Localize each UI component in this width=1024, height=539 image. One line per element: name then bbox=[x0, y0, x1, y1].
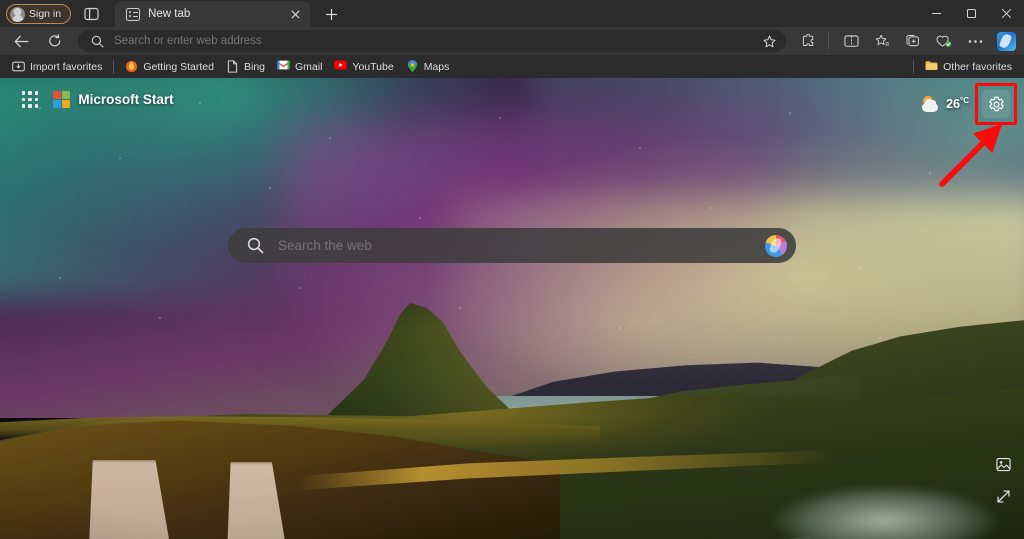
search-input[interactable] bbox=[278, 238, 751, 253]
red-pointer-arrow bbox=[939, 125, 1003, 187]
copilot-icon[interactable] bbox=[993, 29, 1019, 53]
browser-toolbar bbox=[0, 27, 1024, 55]
browser-window: Sign in New tab Search or enter web addr… bbox=[0, 0, 1024, 539]
ntp-header-right: 26°C bbox=[916, 83, 1017, 125]
back-arrow-icon[interactable] bbox=[8, 29, 34, 53]
sign-in-label: Sign in bbox=[29, 8, 62, 20]
new-tab-button[interactable] bbox=[318, 2, 344, 26]
bookmark-label: Bing bbox=[243, 60, 265, 73]
toolbar-right-icons bbox=[791, 29, 1024, 53]
star-icon[interactable] bbox=[758, 31, 780, 51]
weather-temperature: 26°C bbox=[946, 96, 969, 112]
ntp-header-left: Microsoft Start bbox=[22, 91, 174, 108]
browser-essentials-icon[interactable] bbox=[78, 3, 104, 25]
maximize-icon[interactable] bbox=[954, 0, 989, 27]
weather-widget[interactable]: 26°C bbox=[916, 93, 974, 116]
copilot-icon[interactable] bbox=[765, 234, 787, 257]
tab-title: New tab bbox=[148, 8, 191, 20]
close-window-icon[interactable] bbox=[989, 0, 1024, 27]
toolbar-divider bbox=[828, 33, 829, 49]
web-search-box[interactable] bbox=[228, 228, 796, 263]
refresh-icon[interactable] bbox=[42, 29, 68, 53]
more-options-icon[interactable] bbox=[962, 29, 988, 53]
minimize-icon[interactable] bbox=[919, 0, 954, 27]
search-icon bbox=[91, 35, 104, 48]
microsoft-start-brand[interactable]: Microsoft Start bbox=[53, 91, 174, 108]
split-screen-icon[interactable] bbox=[838, 29, 864, 53]
background-image-info-icon[interactable] bbox=[994, 455, 1012, 473]
maps-pin-icon bbox=[406, 60, 419, 73]
getting-started-icon bbox=[125, 60, 138, 73]
background-corner-tools bbox=[994, 455, 1012, 505]
favorites-divider bbox=[113, 59, 115, 74]
new-tab-page: Microsoft Start 26°C bbox=[0, 78, 1024, 539]
sign-in-button[interactable]: Sign in bbox=[6, 4, 72, 24]
address-input[interactable] bbox=[114, 35, 748, 47]
bookmark-label: Gmail bbox=[295, 60, 323, 73]
search-icon bbox=[247, 237, 264, 254]
folder-icon bbox=[925, 60, 938, 73]
youtube-icon bbox=[334, 60, 348, 73]
address-bar[interactable] bbox=[78, 30, 786, 52]
favorites-divider-right bbox=[913, 59, 915, 74]
app-launcher-icon[interactable] bbox=[22, 91, 39, 108]
close-icon[interactable] bbox=[286, 5, 304, 23]
background-image bbox=[0, 78, 1024, 539]
bookmark-label: YouTube bbox=[352, 60, 394, 73]
microsoft-start-logo bbox=[53, 91, 71, 108]
page-settings-wrapper bbox=[975, 83, 1017, 125]
collections-icon[interactable] bbox=[900, 29, 926, 53]
bing-page-icon bbox=[226, 60, 239, 73]
other-favorites-folder[interactable]: Other favorites bbox=[919, 57, 1018, 76]
browser-essentials-heart-icon[interactable] bbox=[931, 29, 957, 53]
bookmark-label: Getting Started bbox=[143, 60, 214, 73]
partly-cloudy-icon bbox=[921, 95, 940, 113]
new-tab-page-icon bbox=[126, 7, 141, 21]
expand-fullscreen-icon[interactable] bbox=[994, 487, 1012, 505]
bookmark-bing[interactable]: Bing bbox=[220, 57, 271, 76]
gmail-icon bbox=[277, 60, 290, 73]
bookmark-youtube[interactable]: YouTube bbox=[328, 57, 399, 76]
bookmark-maps[interactable]: Maps bbox=[400, 57, 456, 76]
bookmark-label: Import favorites bbox=[30, 60, 103, 73]
tab-new-tab[interactable]: New tab bbox=[115, 1, 311, 27]
bookmark-gmail[interactable]: Gmail bbox=[271, 57, 328, 76]
other-favorites-label: Other favorites bbox=[943, 60, 1012, 73]
bookmark-label: Maps bbox=[423, 60, 450, 73]
split-screen-extension-icon[interactable] bbox=[796, 29, 822, 53]
page-settings-button[interactable] bbox=[982, 90, 1010, 118]
bookmark-import-favorites[interactable]: Import favorites bbox=[6, 57, 108, 76]
add-favorite-icon[interactable] bbox=[869, 29, 895, 53]
import-favorites-icon bbox=[12, 60, 25, 73]
bookmark-getting-started[interactable]: Getting Started bbox=[119, 57, 220, 76]
page-title: Microsoft Start bbox=[78, 92, 174, 107]
window-controls bbox=[919, 0, 1024, 27]
title-tab-bar: Sign in New tab bbox=[0, 0, 1024, 27]
gear-icon bbox=[988, 96, 1004, 111]
account-avatar-icon bbox=[10, 6, 25, 22]
favorites-bar: Import favorites Getting Started Bing Gm… bbox=[0, 55, 1024, 78]
